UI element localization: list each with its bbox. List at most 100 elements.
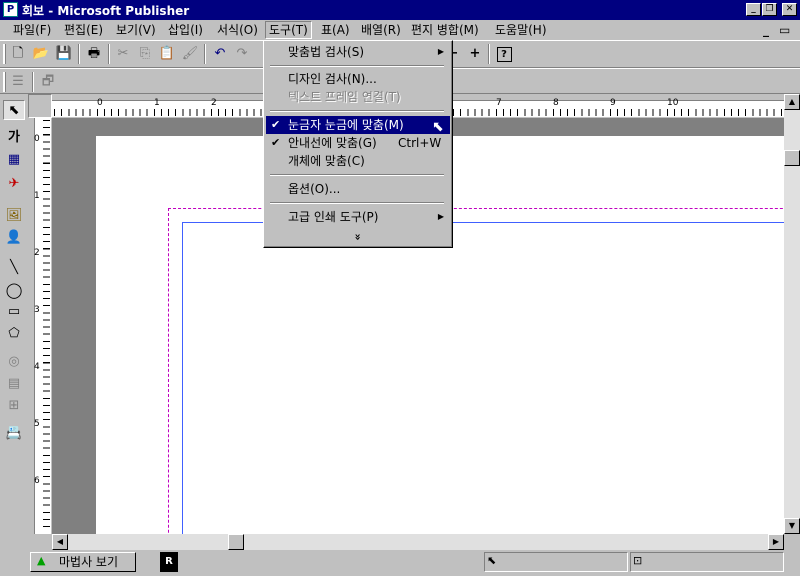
- scroll-down-button[interactable]: ▼: [784, 518, 800, 534]
- menu-separator: [270, 202, 444, 204]
- scroll-thumb[interactable]: [784, 150, 800, 166]
- frame-properties-icon[interactable]: 🗗: [38, 72, 58, 92]
- menu-arrange[interactable]: 배열(R): [358, 22, 404, 38]
- html-code-tool-icon[interactable]: ▤: [3, 374, 25, 394]
- zoom-in-icon[interactable]: +: [465, 44, 485, 64]
- toolbar-separator: [204, 44, 206, 64]
- menu-mail-merge[interactable]: 편지 병합(M): [408, 22, 482, 38]
- scroll-corner: [784, 534, 800, 550]
- menu-separator: [270, 174, 444, 176]
- scroll-thumb[interactable]: [228, 534, 244, 550]
- doc-minimize-button[interactable]: _: [760, 22, 772, 38]
- checkmark-icon: ✔: [271, 118, 281, 131]
- ruler-origin-corner[interactable]: [28, 94, 52, 118]
- publisher-app-icon[interactable]: P: [3, 2, 18, 17]
- toolbar-separator: [108, 44, 110, 64]
- menu-file[interactable]: 파일(F): [10, 22, 54, 38]
- menu-tools[interactable]: 도구(T): [265, 21, 312, 39]
- toolbar-separator: [488, 44, 490, 64]
- picture-frame-tool-icon[interactable]: 🖼: [3, 206, 25, 226]
- open-folder-icon[interactable]: 📂: [31, 44, 51, 64]
- menu-item-spelling[interactable]: 맞춤법 검사(S) ▶: [266, 43, 450, 61]
- ruler-ticks: [43, 120, 50, 532]
- menu-insert[interactable]: 삽입(I): [165, 22, 206, 38]
- menu-item-snap-to-guides[interactable]: ✔ 안내선에 맞춤(G) Ctrl+W: [266, 134, 450, 152]
- ruler-label: 4: [34, 362, 40, 372]
- menu-item-snap-to-ruler[interactable]: ✔ 눈금자 눈금에 맞춤(M) ⬉: [266, 116, 450, 135]
- oval-tool-icon[interactable]: ◯: [3, 280, 25, 300]
- ruler-label: 0: [97, 98, 103, 108]
- wizard-label: 마법사 보기: [59, 555, 119, 569]
- save-icon[interactable]: 💾: [54, 44, 74, 64]
- menu-table[interactable]: 표(A): [318, 22, 353, 38]
- print-icon[interactable]: 🖶: [84, 44, 104, 64]
- minimize-button[interactable]: _: [746, 3, 761, 16]
- format-painter-icon[interactable]: 🖌: [180, 44, 200, 64]
- doc-restore-button[interactable]: ▭: [776, 22, 793, 38]
- submenu-arrow-icon: ▶: [437, 47, 444, 56]
- scroll-up-button[interactable]: ▲: [784, 94, 800, 110]
- title-bar: P 회보 - Microsoft Publisher _ ❐ ✕: [0, 0, 800, 20]
- object-toolbar: ⬉ 가 ▦ ✈ 🖼 👤 ╲ ◯ ▭ ⬠ ◎ ▤ ⊞ 📇: [0, 94, 28, 548]
- vertical-ruler[interactable]: 0 1 2 3 4 5 6: [28, 118, 52, 534]
- window-title: 회보 - Microsoft Publisher: [22, 4, 190, 18]
- undo-icon[interactable]: ↶: [210, 44, 230, 64]
- ruler-label: 1: [34, 191, 40, 201]
- menu-item-design-checker[interactable]: 디자인 검사(N)...: [266, 70, 450, 88]
- line-tool-icon[interactable]: ╲: [3, 258, 25, 278]
- object-size-icon: ⊡: [633, 554, 643, 567]
- rectangle-tool-icon[interactable]: ▭: [3, 302, 25, 322]
- menu-view[interactable]: 보기(V): [113, 22, 159, 38]
- toolbar-separator: [78, 44, 80, 64]
- horizontal-scrollbar[interactable]: ◀ ▶: [52, 534, 784, 550]
- align-icon[interactable]: ☰: [8, 72, 28, 92]
- redo-icon[interactable]: ↷: [232, 44, 252, 64]
- layout-guide-left: [182, 222, 183, 534]
- checkmark-icon: ✔: [271, 136, 281, 149]
- paste-icon[interactable]: 📋: [157, 44, 177, 64]
- page-navigator-icon[interactable]: R: [160, 552, 178, 572]
- scroll-left-button[interactable]: ◀: [52, 534, 68, 550]
- text-frame-tool-icon[interactable]: 가: [3, 128, 25, 148]
- clipart-tool-icon[interactable]: 👤: [3, 228, 25, 248]
- toolbar-grip[interactable]: [3, 44, 6, 64]
- menu-edit[interactable]: 편집(E): [61, 22, 106, 38]
- ruler-label: 8: [553, 98, 559, 108]
- design-gallery-tool-icon[interactable]: 📇: [3, 424, 25, 444]
- new-document-icon[interactable]: 🗋: [8, 44, 28, 64]
- ruler-label: 9: [610, 98, 616, 108]
- vertical-scrollbar[interactable]: ▲ ▼: [784, 94, 800, 534]
- copy-icon[interactable]: ⎘: [135, 44, 155, 64]
- ruler-label: 2: [211, 98, 217, 108]
- menu-item-commercial-printing[interactable]: 고급 인쇄 도구(P) ▶: [266, 208, 450, 226]
- menu-help[interactable]: 도움말(H): [492, 22, 550, 38]
- tools-menu-dropdown: 맞춤법 검사(S) ▶ 디자인 검사(N)... 텍스트 프레임 연결(T) ✔…: [263, 40, 453, 248]
- restore-button[interactable]: ❐: [762, 3, 777, 16]
- form-control-tool-icon[interactable]: ◎: [3, 352, 25, 372]
- wizard-view-button[interactable]: ▲ 마법사 보기: [30, 552, 136, 572]
- close-button[interactable]: ✕: [782, 3, 797, 16]
- table-tool-icon[interactable]: ▦: [3, 150, 25, 170]
- toolbar-grip[interactable]: [3, 72, 6, 92]
- menu-item-options[interactable]: 옵션(O)...: [266, 180, 450, 198]
- pointer-tool-icon[interactable]: ⬉: [3, 100, 25, 120]
- cursor-position-icon: ⬉: [487, 554, 497, 567]
- menu-item-connect-text-frames[interactable]: 텍스트 프레임 연결(T): [266, 88, 450, 106]
- margin-guide-left: [168, 208, 169, 534]
- scroll-right-button[interactable]: ▶: [768, 534, 784, 550]
- menu-item-snap-to-objects[interactable]: 개체에 맞춤(C): [266, 152, 450, 170]
- menu-expand-chevron-icon[interactable]: »: [266, 228, 450, 246]
- wordart-tool-icon[interactable]: ✈: [3, 174, 25, 194]
- hotspot-tool-icon[interactable]: ⊞: [3, 396, 25, 416]
- toolbar-separator: [32, 72, 34, 92]
- custom-shapes-tool-icon[interactable]: ⬠: [3, 324, 25, 344]
- menu-format[interactable]: 서식(O): [214, 22, 261, 38]
- ruler-label: 10: [667, 98, 679, 108]
- submenu-arrow-icon: ▶: [437, 212, 444, 221]
- cut-icon[interactable]: ✂: [113, 44, 133, 64]
- ruler-label: 0: [34, 134, 40, 144]
- help-icon[interactable]: ?: [494, 44, 514, 64]
- size-indicator: ⊡: [630, 552, 784, 572]
- menu-bar: 파일(F) 편집(E) 보기(V) 삽입(I) 서식(O) 도구(T) 표(A)…: [0, 20, 800, 40]
- status-bar: ▲ 마법사 보기 R ⬉ ⊡: [0, 550, 800, 576]
